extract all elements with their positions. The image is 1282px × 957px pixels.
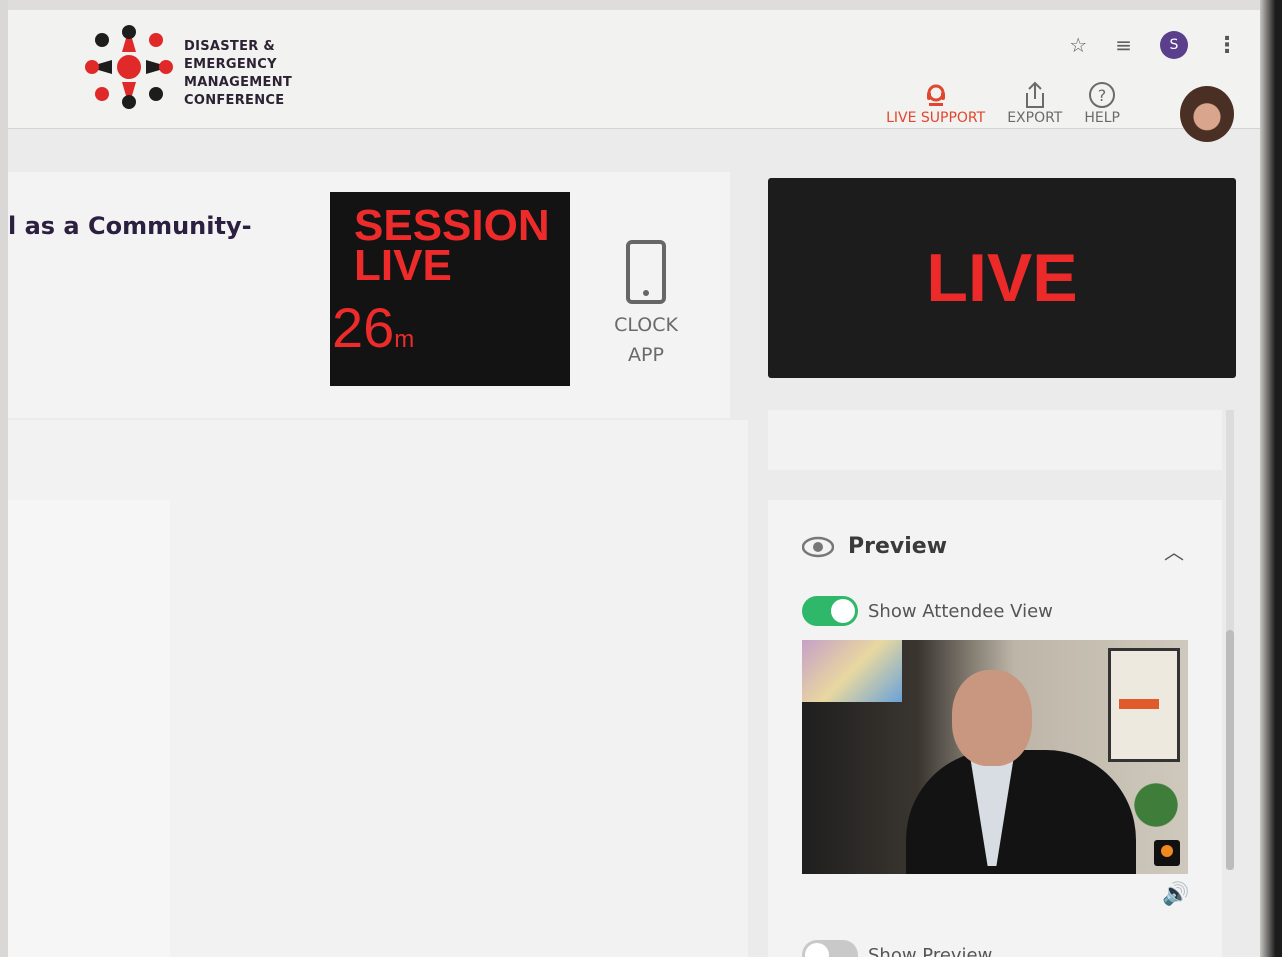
export-button[interactable]: EXPORT bbox=[1007, 80, 1062, 126]
kebab-menu-icon[interactable]: ⋮ bbox=[1216, 33, 1238, 58]
elapsed-unit: m bbox=[394, 326, 415, 353]
attendee-view-toggle-row: Show Attendee View bbox=[802, 596, 1053, 626]
attendee-video-preview[interactable] bbox=[802, 640, 1188, 874]
blank-panel bbox=[768, 410, 1222, 470]
elapsed-time: 26m bbox=[332, 300, 414, 368]
speaker-icon[interactable]: 🔊 bbox=[1162, 882, 1189, 907]
help-icon: ? bbox=[1088, 80, 1116, 110]
help-label: HELP bbox=[1084, 110, 1120, 126]
wall-artwork bbox=[802, 640, 902, 702]
logo-line: EMERGENCY bbox=[184, 57, 277, 72]
app-screen: DISASTER & EMERGENCY MANAGEMENT CONFEREN… bbox=[8, 0, 1260, 957]
clock-app-label-line1: CLOCK bbox=[614, 314, 678, 336]
session-card: l as a Community- SESSION LIVE 26m CLOCK… bbox=[8, 172, 730, 418]
logo-line: CONFERENCE bbox=[184, 93, 285, 108]
left-column bbox=[8, 500, 170, 957]
profile-avatar[interactable]: S bbox=[1160, 31, 1188, 59]
elapsed-value: 26 bbox=[332, 296, 395, 359]
help-button[interactable]: ? HELP bbox=[1084, 80, 1120, 126]
chevron-up-icon[interactable]: ︿ bbox=[1164, 536, 1184, 565]
show-preview-toggle-row: Show Preview bbox=[802, 940, 992, 957]
preview-title: Preview bbox=[848, 534, 948, 559]
preview-header[interactable]: Preview bbox=[802, 534, 947, 559]
share-icon bbox=[1023, 80, 1047, 110]
show-preview-toggle[interactable] bbox=[802, 940, 858, 957]
presenter-head bbox=[952, 670, 1032, 766]
phone-icon bbox=[626, 240, 666, 304]
header-actions: LIVE SUPPORT EXPORT ? HELP bbox=[886, 80, 1120, 126]
session-title: l as a Community- bbox=[8, 212, 252, 240]
logo-line: MANAGEMENT bbox=[184, 75, 293, 90]
export-label: EXPORT bbox=[1007, 110, 1063, 126]
star-icon[interactable]: ☆ bbox=[1069, 33, 1087, 57]
clock-app-label-line2: APP bbox=[628, 344, 664, 366]
browser-toolbar: ☆ ≡ S ⋮ bbox=[1069, 30, 1238, 60]
conference-name: DISASTER & EMERGENCY MANAGEMENT CONFEREN… bbox=[184, 38, 324, 110]
scrollbar-thumb[interactable] bbox=[1226, 630, 1234, 870]
eye-icon bbox=[802, 536, 834, 557]
app-header: DISASTER & EMERGENCY MANAGEMENT CONFEREN… bbox=[8, 10, 1260, 142]
plant bbox=[1132, 770, 1180, 840]
session-timer: SESSION LIVE 26m bbox=[330, 192, 570, 386]
media-queue-icon[interactable]: ≡ bbox=[1115, 33, 1132, 57]
video-logo-icon bbox=[1154, 840, 1180, 866]
user-avatar[interactable] bbox=[1180, 86, 1234, 142]
attendee-view-toggle[interactable] bbox=[802, 596, 858, 626]
conference-logo-icon bbox=[85, 25, 173, 109]
clock-app-button[interactable]: CLOCK APP bbox=[606, 240, 686, 370]
svg-text:?: ? bbox=[1098, 86, 1107, 105]
monitor-bezel bbox=[1260, 0, 1282, 957]
headset-icon bbox=[923, 80, 949, 110]
show-preview-label: Show Preview bbox=[868, 944, 993, 957]
session-status: SESSION LIVE bbox=[354, 201, 550, 290]
live-banner: LIVE bbox=[768, 178, 1236, 378]
logo-line: DISASTER & bbox=[184, 39, 276, 54]
wall-frame bbox=[1108, 648, 1180, 762]
live-support-button[interactable]: LIVE SUPPORT bbox=[886, 80, 985, 126]
presenter-body bbox=[906, 750, 1136, 874]
preview-scrollbar[interactable] bbox=[1226, 410, 1234, 870]
attendee-view-label: Show Attendee View bbox=[868, 600, 1053, 622]
preview-panel: Preview ︿ Show Attendee View 🔊 Show Prev… bbox=[768, 500, 1222, 957]
main-content bbox=[8, 420, 748, 957]
live-support-label: LIVE SUPPORT bbox=[886, 110, 986, 126]
